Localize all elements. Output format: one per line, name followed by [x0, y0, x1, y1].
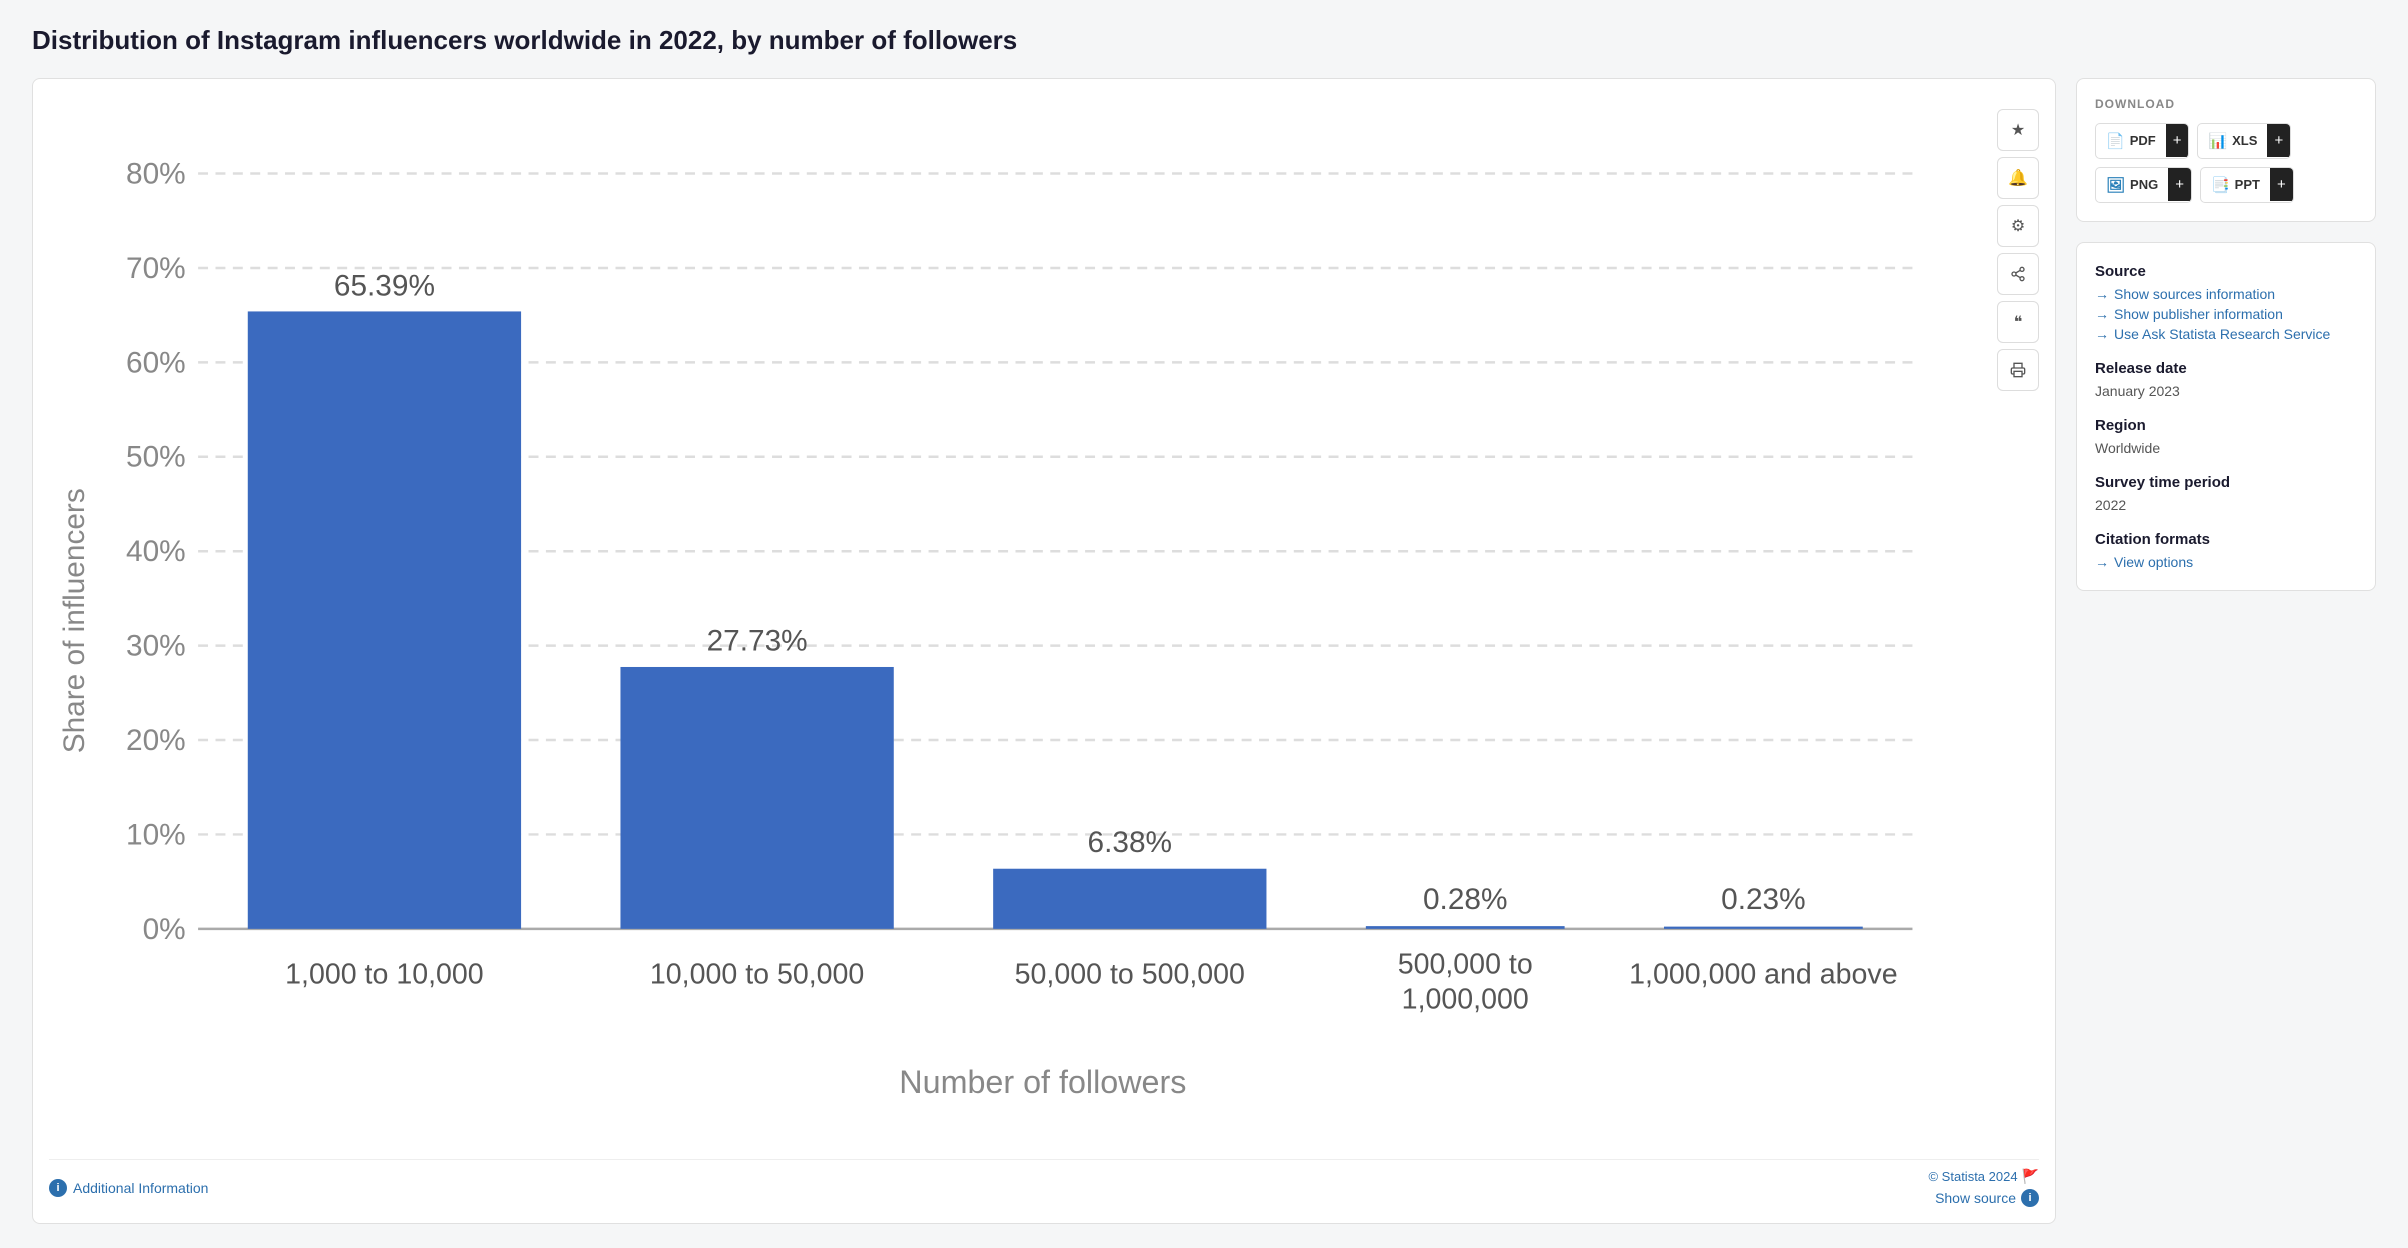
bar-4 [1366, 926, 1565, 929]
svg-text:10%: 10% [126, 818, 186, 851]
ask-statista-link[interactable]: → Use Ask Statista Research Service [2095, 326, 2357, 342]
release-date-block: Release date January 2023 [2095, 360, 2357, 399]
download-title: DOWNLOAD [2095, 97, 2357, 111]
svg-text:20%: 20% [126, 724, 186, 757]
pdf-download-button[interactable]: 📄 PDF + [2095, 123, 2189, 159]
release-date-label: Release date [2095, 360, 2357, 377]
region-label: Region [2095, 417, 2357, 434]
bar-2 [620, 667, 893, 929]
ppt-download-button[interactable]: 📑 PPT + [2200, 167, 2294, 203]
source-label: Source [2095, 263, 2357, 280]
additional-info-button[interactable]: i Additional Information [49, 1179, 208, 1197]
cite-button[interactable]: ❝ [1997, 301, 2039, 343]
xls-label: XLS [2232, 133, 2257, 148]
svg-text:60%: 60% [126, 346, 186, 379]
svg-text:70%: 70% [126, 252, 186, 285]
xls-plus: + [2267, 124, 2290, 157]
xls-icon: 📊 [2208, 132, 2227, 150]
release-date-value: January 2023 [2095, 383, 2357, 399]
survey-time-value: 2022 [2095, 497, 2357, 513]
page-title: Distribution of Instagram influencers wo… [32, 24, 2376, 58]
svg-text:80%: 80% [126, 157, 186, 190]
arrow-icon-1: → [2095, 286, 2109, 302]
svg-text:0%: 0% [143, 913, 186, 946]
bar-5 [1664, 926, 1863, 928]
region-value: Worldwide [2095, 440, 2357, 456]
info-icon: i [49, 1179, 67, 1197]
print-button[interactable] [1997, 349, 2039, 391]
show-sources-text: Show sources information [2114, 286, 2275, 302]
view-options-link[interactable]: → View options [2095, 554, 2357, 570]
statista-credit: © Statista 2024 🚩 [1928, 1168, 2039, 1185]
survey-time-label: Survey time period [2095, 474, 2357, 491]
ask-statista-text: Use Ask Statista Research Service [2114, 326, 2330, 342]
svg-text:27.73%: 27.73% [707, 624, 808, 657]
bar-1 [248, 311, 521, 928]
view-options-text: View options [2114, 554, 2193, 570]
right-panel: DOWNLOAD 📄 PDF + 📊 XLS + [2076, 78, 2376, 591]
survey-time-block: Survey time period 2022 [2095, 474, 2357, 513]
settings-button[interactable]: ⚙ [1997, 205, 2039, 247]
png-label: PNG [2130, 177, 2158, 192]
favorite-button[interactable]: ★ [1997, 109, 2039, 151]
svg-text:0.23%: 0.23% [1721, 883, 1806, 916]
svg-text:50%: 50% [126, 441, 186, 474]
svg-text:6.38%: 6.38% [1088, 826, 1173, 859]
svg-text:500,000 to: 500,000 to [1398, 948, 1533, 980]
ppt-label: PPT [2235, 177, 2260, 192]
svg-text:Number of followers: Number of followers [899, 1064, 1186, 1100]
arrow-icon-3: → [2095, 326, 2109, 342]
download-buttons: 📄 PDF + 📊 XLS + 🖼 PNG [2095, 123, 2357, 203]
png-icon: 🖼 [2106, 176, 2125, 194]
additional-info-label: Additional Information [73, 1180, 208, 1196]
share-button[interactable] [1997, 253, 2039, 295]
png-plus: + [2168, 168, 2191, 201]
svg-text:1,000,000: 1,000,000 [1402, 983, 1529, 1015]
show-sources-link[interactable]: → Show sources information [2095, 286, 2357, 302]
svg-text:1,000,000 and above: 1,000,000 and above [1629, 958, 1897, 990]
svg-text:10,000 to 50,000: 10,000 to 50,000 [650, 958, 864, 990]
show-publisher-link[interactable]: → Show publisher information [2095, 306, 2357, 322]
svg-text:0.28%: 0.28% [1423, 883, 1508, 916]
region-block: Region Worldwide [2095, 417, 2357, 456]
alert-button[interactable]: 🔔 [1997, 157, 2039, 199]
pdf-icon: 📄 [2106, 132, 2125, 150]
show-source-button[interactable]: Show source i [1935, 1189, 2039, 1207]
chart-area: Share of influencers 80% 70% 60% 50% [49, 99, 2039, 1148]
chart-panel: Share of influencers 80% 70% 60% 50% [32, 78, 2056, 1225]
svg-text:30%: 30% [126, 629, 186, 662]
chart-footer-right: © Statista 2024 🚩 Show source i [1928, 1168, 2039, 1207]
ppt-icon: 📑 [2211, 176, 2230, 194]
main-content: Share of influencers 80% 70% 60% 50% [32, 78, 2376, 1225]
svg-text:65.39%: 65.39% [334, 269, 435, 302]
svg-text:50,000 to 500,000: 50,000 to 500,000 [1015, 958, 1245, 990]
info-section: Source → Show sources information → Show… [2076, 242, 2376, 591]
arrow-icon-2: → [2095, 306, 2109, 322]
png-download-button[interactable]: 🖼 PNG + [2095, 167, 2192, 203]
chart-footer: i Additional Information © Statista 2024… [49, 1159, 2039, 1207]
chart-wrapper: Share of influencers 80% 70% 60% 50% [49, 99, 1987, 1148]
flag-icon: 🚩 [2022, 1168, 2039, 1185]
chart-side-buttons: ★ 🔔 ⚙ ❝ [1997, 99, 2039, 391]
pdf-plus: + [2166, 124, 2189, 157]
arrow-icon-4: → [2095, 554, 2109, 570]
download-section: DOWNLOAD 📄 PDF + 📊 XLS + [2076, 78, 2376, 222]
svg-text:1,000 to 10,000: 1,000 to 10,000 [285, 958, 484, 990]
source-info-icon: i [2021, 1189, 2039, 1207]
svg-text:40%: 40% [126, 535, 186, 568]
bar-3 [993, 869, 1266, 929]
citation-block: Citation formats → View options [2095, 531, 2357, 570]
bar-chart: Share of influencers 80% 70% 60% 50% [49, 99, 1987, 1143]
pdf-label: PDF [2130, 133, 2156, 148]
ppt-plus: + [2270, 168, 2293, 201]
show-publisher-text: Show publisher information [2114, 306, 2283, 322]
citation-label: Citation formats [2095, 531, 2357, 548]
y-axis-label: Share of influencers [58, 488, 91, 753]
xls-download-button[interactable]: 📊 XLS + [2197, 123, 2291, 159]
source-block: Source → Show sources information → Show… [2095, 263, 2357, 342]
